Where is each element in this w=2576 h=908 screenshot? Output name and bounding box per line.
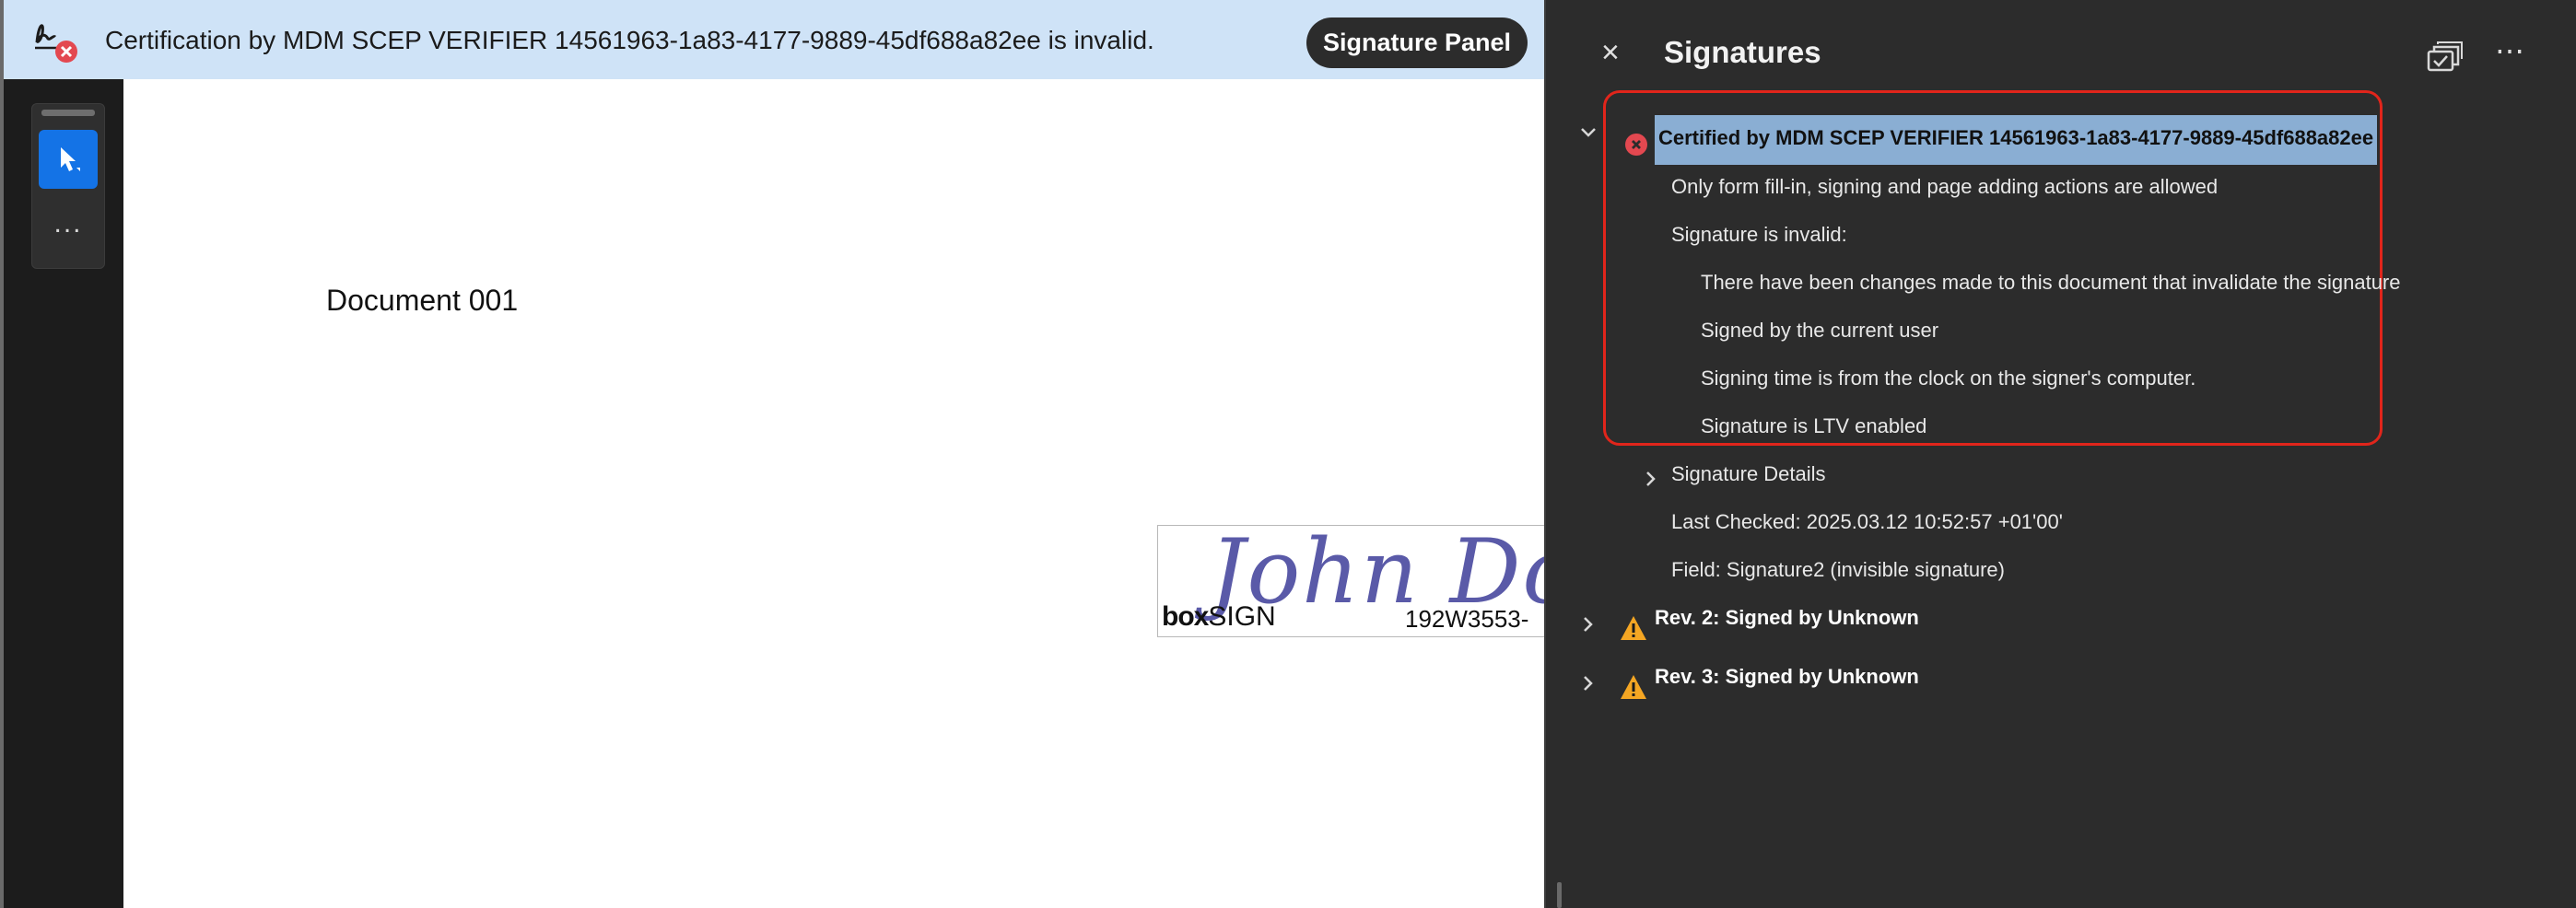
certified-signature-title[interactable]: Certified by MDM SCEP VERIFIER 14561963-… (1655, 115, 2378, 165)
chevron-right-icon[interactable] (1579, 615, 1598, 634)
chevron-down-icon[interactable] (1579, 123, 1598, 142)
signature-details-toggle[interactable]: Signature Details (1671, 462, 1826, 486)
chevron-right-icon[interactable] (1642, 470, 1660, 488)
detail-item: Signed by the current user (1701, 319, 1939, 342)
select-tool-button[interactable] (39, 130, 98, 189)
detail-item: Signature is LTV enabled (1701, 414, 1927, 437)
last-checked-text: Last Checked: 2025.03.12 10:52:57 +01'00… (1671, 510, 2063, 533)
error-status-icon (1625, 134, 1647, 156)
revision-item[interactable]: Rev. 3: Signed by Unknown (1655, 665, 1919, 689)
signature-field[interactable]: John Do boxSIGN 192W3553- (1157, 525, 1544, 637)
detail-item: There have been changes made to this doc… (1701, 271, 2401, 294)
drag-handle[interactable] (41, 110, 95, 116)
warning-icon (1621, 616, 1646, 640)
detail-item: Signing time is from the clock on the si… (1701, 367, 2196, 390)
field-text: Field: Signature2 (invisible signature) (1671, 558, 2005, 581)
permission-text: Only form fill-in, signing and page addi… (1671, 175, 2219, 198)
quick-tools: ... (31, 103, 105, 269)
box-sign-logo: boxSIGN (1162, 601, 1276, 632)
left-tool-rail: ... (0, 79, 123, 908)
signature-status: Signature is invalid: (1671, 223, 1847, 246)
more-tools-button[interactable]: ... (39, 205, 98, 251)
document-title: Document 001 (326, 284, 519, 317)
arrow-cursor-icon (61, 147, 80, 171)
warning-icon (1621, 675, 1646, 699)
more-options-button[interactable]: ⋯ (2495, 33, 2526, 68)
document-page: Document 001 John Do boxSIGN 192W3553- (123, 79, 1544, 908)
signatures-panel: × Signatures ⋯ Certified by MDM SCEP VER… (1544, 0, 2576, 908)
signature-code: 192W3553- (1405, 605, 1529, 633)
revision-item[interactable]: Rev. 2: Signed by Unknown (1655, 606, 1919, 630)
signature-invalid-icon (35, 24, 77, 63)
signature-panel-button[interactable]: Signature Panel (1306, 17, 1528, 68)
compare-icon[interactable] (2427, 41, 2464, 74)
scrollbar[interactable] (1557, 882, 1562, 908)
signature-notification-bar: Certification by MDM SCEP VERIFIER 14561… (0, 0, 1544, 79)
panel-title: Signatures (1664, 35, 1821, 69)
chevron-right-icon[interactable] (1579, 674, 1598, 693)
notification-message: Certification by MDM SCEP VERIFIER 14561… (105, 26, 1154, 54)
close-panel-button[interactable]: × (1601, 37, 1620, 68)
